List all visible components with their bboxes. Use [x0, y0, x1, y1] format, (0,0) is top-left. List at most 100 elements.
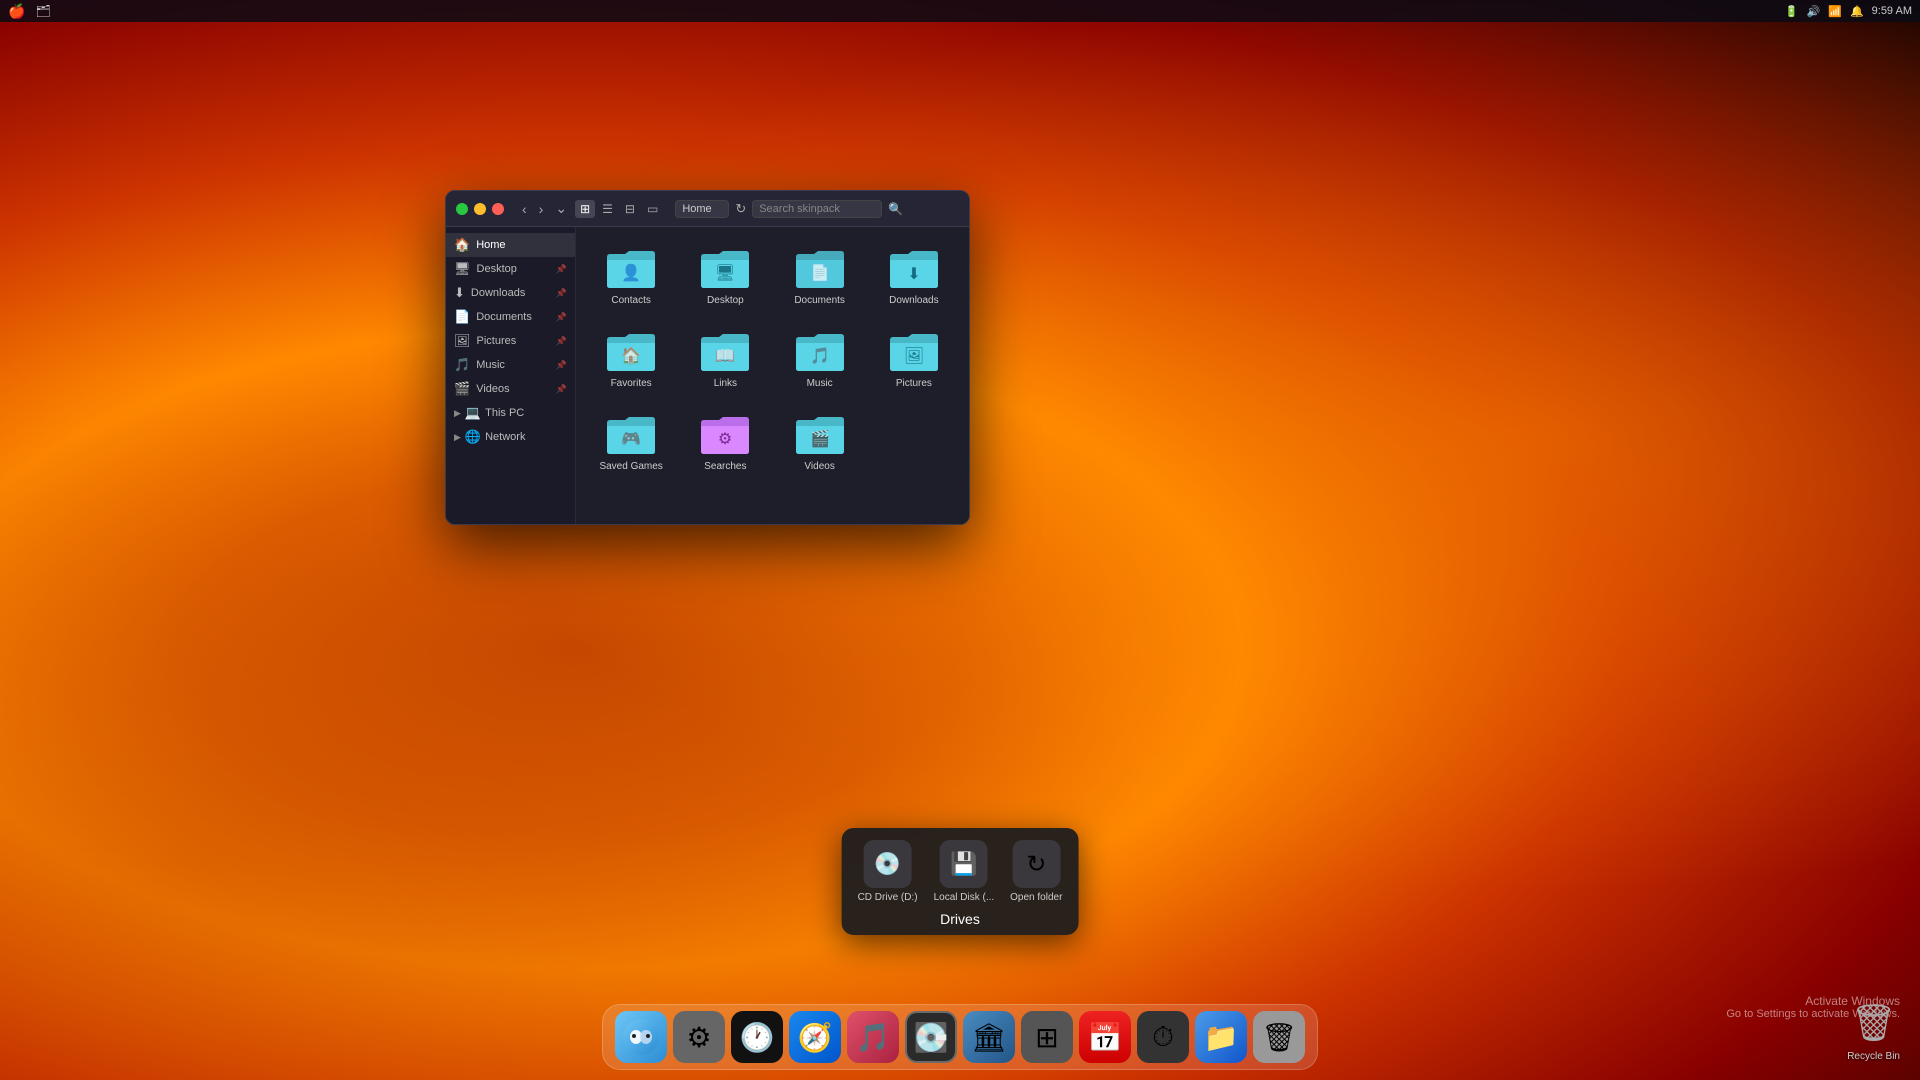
dock-trash[interactable]: 🗑 [1253, 1011, 1305, 1063]
dock-finder[interactable] [615, 1011, 667, 1063]
folder-favorites-label: Favorites [611, 378, 652, 389]
drives-title: Drives [858, 911, 1063, 927]
this-pc-arrow-icon: ▶ [454, 408, 461, 419]
dock-drive-app[interactable]: 💽 [905, 1011, 957, 1063]
sidebar-home-label: Home [476, 239, 505, 251]
folder-videos[interactable]: 🎬 Videos [777, 405, 863, 480]
sidebar-item-music[interactable]: 🎵 Music [446, 353, 575, 377]
minimize-button[interactable] [474, 203, 486, 215]
dock-music[interactable]: 🎵 [847, 1011, 899, 1063]
files-dock-icon: 📁 [1195, 1011, 1247, 1063]
svg-text:📖: 📖 [715, 348, 735, 365]
sidebar-item-pictures[interactable]: 🖼 Pictures [446, 329, 575, 353]
dock-library[interactable]: 🏛 [963, 1011, 1015, 1063]
home-sidebar-icon: 🏠 [454, 237, 470, 253]
svg-text:🎵: 🎵 [810, 347, 830, 365]
launchpad-dock-icon: ⊞ [1021, 1011, 1073, 1063]
dock-settings[interactable]: ⚙ [673, 1011, 725, 1063]
folder-contacts-label: Contacts [611, 295, 650, 306]
library-dock-icon: 🏛 [963, 1011, 1015, 1063]
network-sidebar-icon: 🌐 [465, 429, 481, 445]
sidebar-network-label: Network [485, 431, 525, 443]
recycle-bin-icon: 🗑 [1850, 999, 1898, 1047]
folder-music-label: Music [807, 378, 833, 389]
dock-files[interactable]: 📁 [1195, 1011, 1247, 1063]
finder-dock-icon [615, 1011, 667, 1063]
clock-dock-icon: 🕐 [731, 1011, 783, 1063]
address-dropdown[interactable]: Home [675, 200, 729, 218]
search-icon: 🔍 [888, 202, 903, 216]
grid-view-button[interactable]: ⊞ [575, 200, 595, 218]
sidebar-videos-label: Videos [476, 383, 509, 395]
detail-view-button[interactable]: ⊟ [620, 200, 640, 218]
folder-downloads[interactable]: ⬇ Downloads [871, 239, 957, 314]
open-folder-label: Open folder [1010, 892, 1062, 903]
folder-desktop[interactable]: 🖥 Desktop [682, 239, 768, 314]
sidebar-expand-this-pc[interactable]: ▶ 💻 This PC [446, 401, 575, 425]
settings-dock-icon: ⚙ [673, 1011, 725, 1063]
drive-cd[interactable]: 💿 CD Drive (D:) [858, 840, 918, 903]
history-button[interactable]: ⌄ [551, 198, 571, 219]
folder-searches[interactable]: ⚙ Searches [682, 405, 768, 480]
calendar-dock-icon: 📅 [1079, 1011, 1131, 1063]
drive-local-disk[interactable]: 💾 Local Disk (... [934, 840, 995, 903]
main-content: 👤 Contacts 🖥 Desktop [576, 227, 969, 524]
folder-grid: 👤 Contacts 🖥 Desktop [588, 239, 957, 480]
svg-text:⬇: ⬇ [907, 266, 920, 283]
sidebar-this-pc-label: This PC [485, 407, 524, 419]
explorer-window: ‹ › ⌄ ⊞ ☰ ⊟ ▭ Home ↻ 🔍 🏠 [445, 190, 970, 525]
this-pc-sidebar-icon: 💻 [465, 405, 481, 421]
close-button[interactable] [492, 203, 504, 215]
sidebar-documents-label: Documents [476, 311, 532, 323]
list-view-button[interactable]: ☰ [597, 200, 618, 218]
drives-popup: 💿 CD Drive (D:) 💾 Local Disk (... ↻ Open… [842, 828, 1079, 935]
svg-text:📄: 📄 [810, 263, 830, 282]
sidebar-item-home[interactable]: 🏠 Home [446, 233, 575, 257]
folder-music[interactable]: 🎵 Music [777, 322, 863, 397]
sidebar-item-downloads[interactable]: ⬇ Downloads [446, 281, 575, 305]
volume-icon: 🔊 [1807, 5, 1821, 18]
sidebar-expand-network[interactable]: ▶ 🌐 Network [446, 425, 575, 449]
folder-links[interactable]: 📖 Links [682, 322, 768, 397]
forward-button[interactable]: › [535, 199, 548, 219]
window-titlebar: ‹ › ⌄ ⊞ ☰ ⊟ ▭ Home ↻ 🔍 [446, 191, 969, 227]
search-input[interactable] [752, 200, 882, 218]
time-machine-dock-icon: ⏱ [1137, 1011, 1189, 1063]
sidebar-item-desktop[interactable]: 🖥 Desktop [446, 257, 575, 281]
trash-dock-icon: 🗑 [1253, 1011, 1305, 1063]
safari-dock-icon: 🧭 [789, 1011, 841, 1063]
dock-safari[interactable]: 🧭 [789, 1011, 841, 1063]
sidebar-downloads-label: Downloads [471, 287, 525, 299]
svg-text:🖼: 🖼 [904, 347, 924, 365]
clock-display: 9:59 AM [1872, 5, 1912, 17]
sidebar-item-documents[interactable]: 📄 Documents [446, 305, 575, 329]
finder-topbar-icon[interactable]: 🗂 [35, 4, 50, 18]
dock-launchpad[interactable]: ⊞ [1021, 1011, 1073, 1063]
preview-view-button[interactable]: ▭ [642, 200, 663, 218]
folder-favorites[interactable]: 🏠 Favorites [588, 322, 674, 397]
sidebar: 🏠 Home 🖥 Desktop ⬇ Downloads 📄 Documents… [446, 227, 576, 524]
folder-contacts[interactable]: 👤 Contacts [588, 239, 674, 314]
apple-icon[interactable]: 🍎 [8, 3, 25, 20]
drive-open-folder[interactable]: ↻ Open folder [1010, 840, 1062, 903]
network-arrow-icon: ▶ [454, 432, 461, 443]
pictures-sidebar-icon: 🖼 [454, 333, 471, 349]
folder-pictures[interactable]: 🖼 Pictures [871, 322, 957, 397]
dock-clock[interactable]: 🕐 [731, 1011, 783, 1063]
folder-documents[interactable]: 📄 Documents [777, 239, 863, 314]
sidebar-item-videos[interactable]: 🎬 Videos [446, 377, 575, 401]
dock-calendar[interactable]: 📅 [1079, 1011, 1131, 1063]
recycle-bin[interactable]: 🗑 Recycle Bin [1847, 999, 1900, 1062]
folder-saved-games[interactable]: 🎮 Saved Games [588, 405, 674, 480]
refresh-button[interactable]: ↻ [735, 201, 746, 217]
back-button[interactable]: ‹ [518, 199, 531, 219]
documents-sidebar-icon: 📄 [454, 309, 470, 325]
svg-text:🎬: 🎬 [810, 429, 830, 448]
music-dock-icon: 🎵 [847, 1011, 899, 1063]
maximize-button[interactable] [456, 203, 468, 215]
videos-sidebar-icon: 🎬 [454, 381, 470, 397]
folder-links-label: Links [714, 378, 737, 389]
folder-downloads-label: Downloads [889, 295, 938, 306]
dock-time-machine[interactable]: ⏱ [1137, 1011, 1189, 1063]
downloads-sidebar-icon: ⬇ [454, 285, 465, 301]
